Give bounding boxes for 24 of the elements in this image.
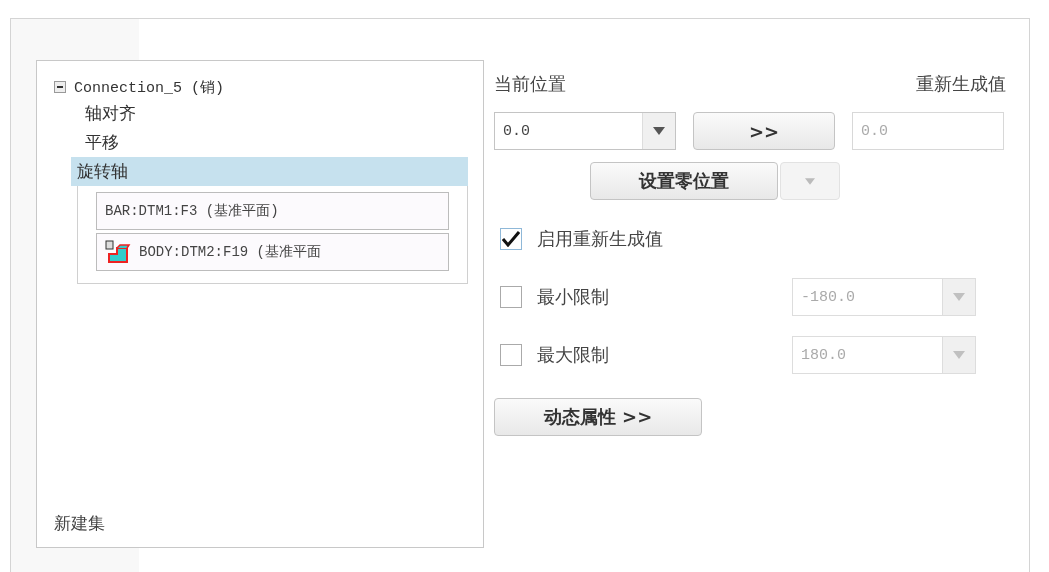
tree-item[interactable]: 平移	[72, 128, 468, 157]
checkmark-icon	[502, 231, 520, 247]
set-zero-button[interactable]: 设置零位置	[590, 162, 778, 200]
dropdown-arrow-icon	[953, 293, 965, 301]
dropdown-arrow-icon	[653, 127, 665, 135]
checkbox-label: 最大限制	[537, 343, 610, 367]
position-combo[interactable]: 0.0	[494, 112, 676, 150]
regen-value-label: 重新生成值	[916, 72, 1006, 96]
dropdown-arrow-icon	[805, 177, 815, 185]
checkbox[interactable]	[500, 228, 522, 250]
reference-item[interactable]: BAR:DTM1:F3 (基准平面)	[96, 192, 449, 230]
tree-item[interactable]: 轴对齐	[72, 99, 468, 128]
reference-item[interactable]: BODY:DTM2:F19 (基准平面	[96, 233, 449, 271]
tree-item[interactable]: Connection_5 (销)	[74, 77, 225, 97]
part-icon	[105, 240, 131, 264]
collapse-icon[interactable]	[54, 81, 66, 93]
tree-item[interactable]: 旋转轴	[71, 157, 468, 186]
checkbox-label: 启用重新生成值	[537, 227, 664, 251]
dynamic-properties-button[interactable]: 动态属性 >>	[494, 398, 702, 436]
apply-button[interactable]: >>	[693, 112, 835, 150]
current-position-label: 当前位置	[494, 72, 566, 96]
checkbox-label: 最小限制	[537, 285, 610, 309]
dropdown-arrow-icon	[953, 351, 965, 359]
new-set-label[interactable]: 新建集	[54, 512, 105, 535]
